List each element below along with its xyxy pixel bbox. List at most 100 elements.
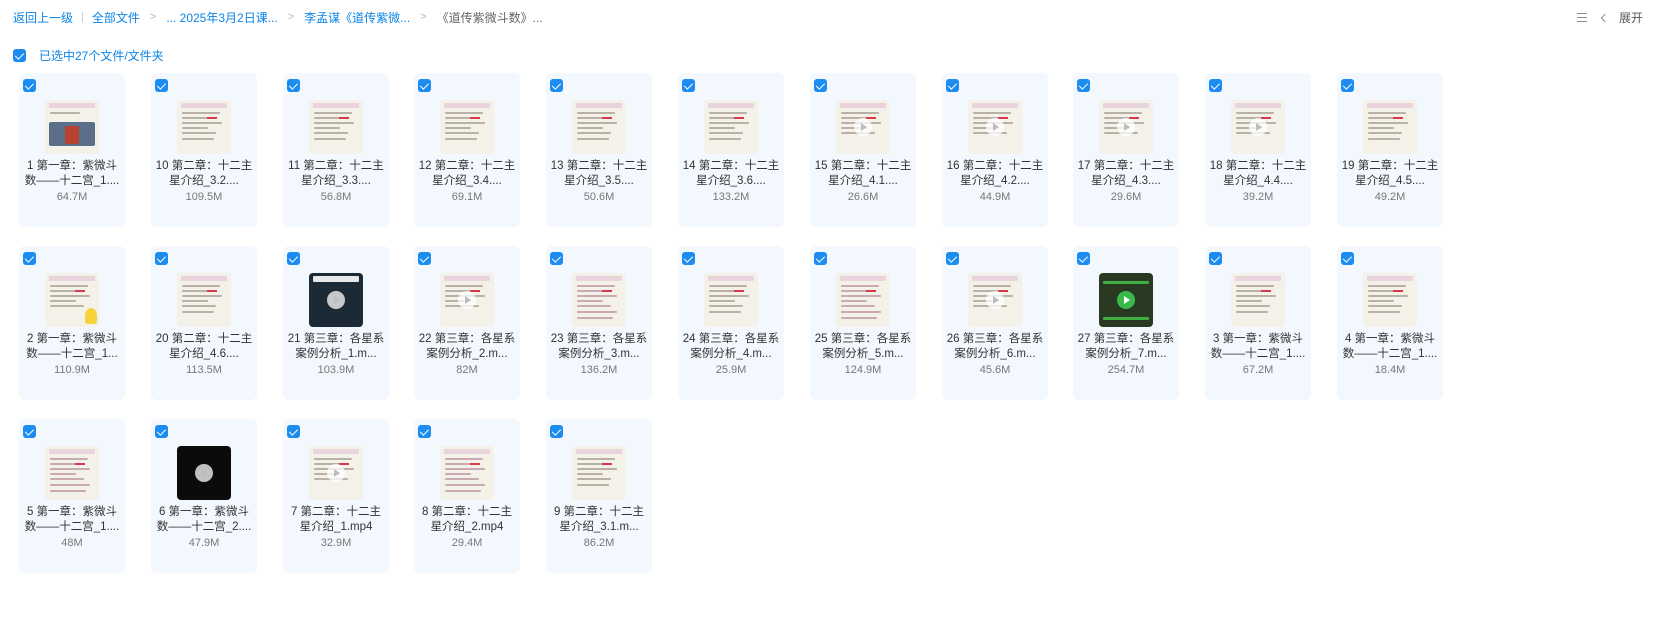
- breadcrumb-path1[interactable]: ... 2025年3月2日课...: [166, 9, 277, 26]
- file-card[interactable]: 3 第一章：紫微斗数——十二宫_1.... 67.2M: [1205, 246, 1311, 400]
- file-checkbox-checked-icon[interactable]: [287, 425, 300, 438]
- select-all-checkbox[interactable]: [13, 49, 26, 62]
- file-name: 20 第二章：十二主星介绍_4.6....: [155, 333, 253, 360]
- file-card[interactable]: 2 第一章：紫微斗数——十二宫_1... 110.9M: [19, 246, 125, 400]
- file-card[interactable]: 9 第二章：十二主星介绍_3.1.m... 86.2M: [546, 419, 652, 573]
- file-checkbox-checked-icon[interactable]: [550, 252, 563, 265]
- file-checkbox-checked-icon[interactable]: [418, 252, 431, 265]
- file-checkbox-checked-icon[interactable]: [1341, 79, 1354, 92]
- expand-button[interactable]: 展开: [1619, 9, 1643, 26]
- file-checkbox-checked-icon[interactable]: [23, 79, 36, 92]
- file-card[interactable]: 8 第二章：十二主星介绍_2.mp4 29.4M: [414, 419, 520, 573]
- file-card[interactable]: 21 第三章：各星系案例分析_1.m... 103.9M: [283, 246, 389, 400]
- play-icon: [986, 291, 1004, 309]
- file-checkbox-checked-icon[interactable]: [1209, 79, 1222, 92]
- file-card[interactable]: 24 第三章：各星系案例分析_4.m... 25.9M: [678, 246, 784, 400]
- file-name: 25 第三章：各星系案例分析_5.m...: [814, 333, 912, 360]
- file-checkbox-checked-icon[interactable]: [23, 252, 36, 265]
- view-controls: 展开: [1575, 9, 1643, 26]
- file-size: 50.6M: [583, 191, 615, 203]
- file-card[interactable]: 13 第二章：十二主星介绍_3.5.... 50.6M: [546, 73, 652, 227]
- file-card[interactable]: 11 第二章：十二主星介绍_3.3.... 56.8M: [283, 73, 389, 227]
- file-checkbox-checked-icon[interactable]: [418, 79, 431, 92]
- file-card[interactable]: 17 第二章：十二主星介绍_4.3.... 29.6M: [1073, 73, 1179, 227]
- file-checkbox-checked-icon[interactable]: [287, 252, 300, 265]
- file-name: 24 第三章：各星系案例分析_4.m...: [682, 333, 780, 360]
- file-card[interactable]: 4 第一章：紫微斗数——十二宫_1.... 18.4M: [1337, 246, 1443, 400]
- file-thumbnail: [309, 273, 363, 327]
- file-size: 113.5M: [186, 364, 222, 376]
- file-card[interactable]: 18 第二章：十二主星介绍_4.4.... 39.2M: [1205, 73, 1311, 227]
- file-size: 110.9M: [54, 364, 90, 376]
- file-thumbnail: [572, 273, 626, 327]
- back-link[interactable]: 返回上一级: [13, 9, 73, 26]
- file-checkbox-checked-icon[interactable]: [946, 252, 959, 265]
- file-card[interactable]: 5 第一章：紫微斗数——十二宫_1.... 48M: [19, 419, 125, 573]
- play-icon: [854, 118, 872, 136]
- play-icon: [1117, 118, 1135, 136]
- file-card[interactable]: 15 第二章：十二主星介绍_4.1.... 26.6M: [810, 73, 916, 227]
- file-checkbox-checked-icon[interactable]: [155, 252, 168, 265]
- file-thumbnail: [1099, 273, 1153, 327]
- file-checkbox-checked-icon[interactable]: [550, 425, 563, 438]
- file-thumbnail: [45, 446, 99, 500]
- file-size: 133.2M: [712, 191, 750, 203]
- file-name: 1 第一章：紫微斗数——十二宫_1....: [24, 160, 120, 187]
- file-card[interactable]: 19 第二章：十二主星介绍_4.5.... 49.2M: [1337, 73, 1443, 227]
- file-name: 26 第三章：各星系案例分析_6.m...: [946, 333, 1044, 360]
- file-size: 32.9M: [320, 537, 352, 549]
- file-checkbox-checked-icon[interactable]: [1077, 252, 1090, 265]
- file-thumbnail: [968, 100, 1022, 154]
- file-card[interactable]: 16 第二章：十二主星介绍_4.2.... 44.9M: [942, 73, 1048, 227]
- file-size: 56.8M: [320, 191, 352, 203]
- breadcrumb-current: 《道传紫微斗数》...: [436, 10, 543, 25]
- file-card[interactable]: 7 第二章：十二主星介绍_1.mp4 32.9M: [283, 419, 389, 573]
- file-card[interactable]: 23 第三章：各星系案例分析_3.m... 136.2M: [546, 246, 652, 400]
- file-card[interactable]: 25 第三章：各星系案例分析_5.m... 124.9M: [810, 246, 916, 400]
- file-card[interactable]: 22 第三章：各星系案例分析_2.m... 82M: [414, 246, 520, 400]
- file-checkbox-checked-icon[interactable]: [550, 79, 563, 92]
- file-card[interactable]: 26 第三章：各星系案例分析_6.m... 45.6M: [942, 246, 1048, 400]
- breadcrumb-all-files[interactable]: 全部文件: [92, 9, 140, 26]
- play-icon: [1249, 118, 1267, 136]
- file-name: 19 第二章：十二主星介绍_4.5....: [1341, 160, 1439, 187]
- file-checkbox-checked-icon[interactable]: [155, 79, 168, 92]
- file-card[interactable]: 10 第二章：十二主星介绍_3.2.... 109.5M: [151, 73, 257, 227]
- file-size: 47.9M: [188, 537, 220, 549]
- chevron-left-icon[interactable]: [1599, 12, 1609, 24]
- breadcrumb: 返回上一级 | 全部文件 > ... 2025年3月2日课... > 李孟谋《道…: [0, 0, 1667, 34]
- file-checkbox-checked-icon[interactable]: [814, 79, 827, 92]
- file-name: 12 第二章：十二主星介绍_3.4....: [418, 160, 516, 187]
- play-icon: [458, 291, 476, 309]
- file-name: 10 第二章：十二主星介绍_3.2....: [155, 160, 253, 187]
- file-name: 21 第三章：各星系案例分析_1.m...: [287, 333, 385, 360]
- file-card[interactable]: 14 第二章：十二主星介绍_3.6.... 133.2M: [678, 73, 784, 227]
- file-card[interactable]: 6 第一章：紫微斗数——十二宫_2.... 47.9M: [151, 419, 257, 573]
- file-thumbnail: [836, 273, 890, 327]
- file-checkbox-checked-icon[interactable]: [287, 79, 300, 92]
- file-card[interactable]: 1 第一章：紫微斗数——十二宫_1.... 64.7M: [19, 73, 125, 227]
- file-checkbox-checked-icon[interactable]: [682, 79, 695, 92]
- file-card[interactable]: 20 第二章：十二主星介绍_4.6.... 113.5M: [151, 246, 257, 400]
- file-size: 26.6M: [847, 191, 879, 203]
- breadcrumb-path2[interactable]: 李孟谋《道传紫微...: [304, 9, 410, 26]
- file-checkbox-checked-icon[interactable]: [814, 252, 827, 265]
- file-checkbox-checked-icon[interactable]: [1209, 252, 1222, 265]
- file-checkbox-checked-icon[interactable]: [418, 425, 431, 438]
- file-checkbox-checked-icon[interactable]: [1077, 79, 1090, 92]
- file-card[interactable]: 12 第二章：十二主星介绍_3.4.... 69.1M: [414, 73, 520, 227]
- list-view-icon[interactable]: [1575, 12, 1589, 24]
- file-checkbox-checked-icon[interactable]: [155, 425, 168, 438]
- file-name: 17 第二章：十二主星介绍_4.3....: [1077, 160, 1175, 187]
- file-thumbnail: [45, 100, 99, 154]
- file-checkbox-checked-icon[interactable]: [1341, 252, 1354, 265]
- file-checkbox-checked-icon[interactable]: [946, 79, 959, 92]
- file-name: 18 第二章：十二主星介绍_4.4....: [1209, 160, 1307, 187]
- play-icon: [327, 291, 345, 309]
- file-card[interactable]: 27 第三章：各星系案例分析_7.m... 254.7M: [1073, 246, 1179, 400]
- file-thumbnail: [1099, 100, 1153, 154]
- file-checkbox-checked-icon[interactable]: [23, 425, 36, 438]
- file-thumbnail: [440, 100, 494, 154]
- file-name: 16 第二章：十二主星介绍_4.2....: [946, 160, 1044, 187]
- file-checkbox-checked-icon[interactable]: [682, 252, 695, 265]
